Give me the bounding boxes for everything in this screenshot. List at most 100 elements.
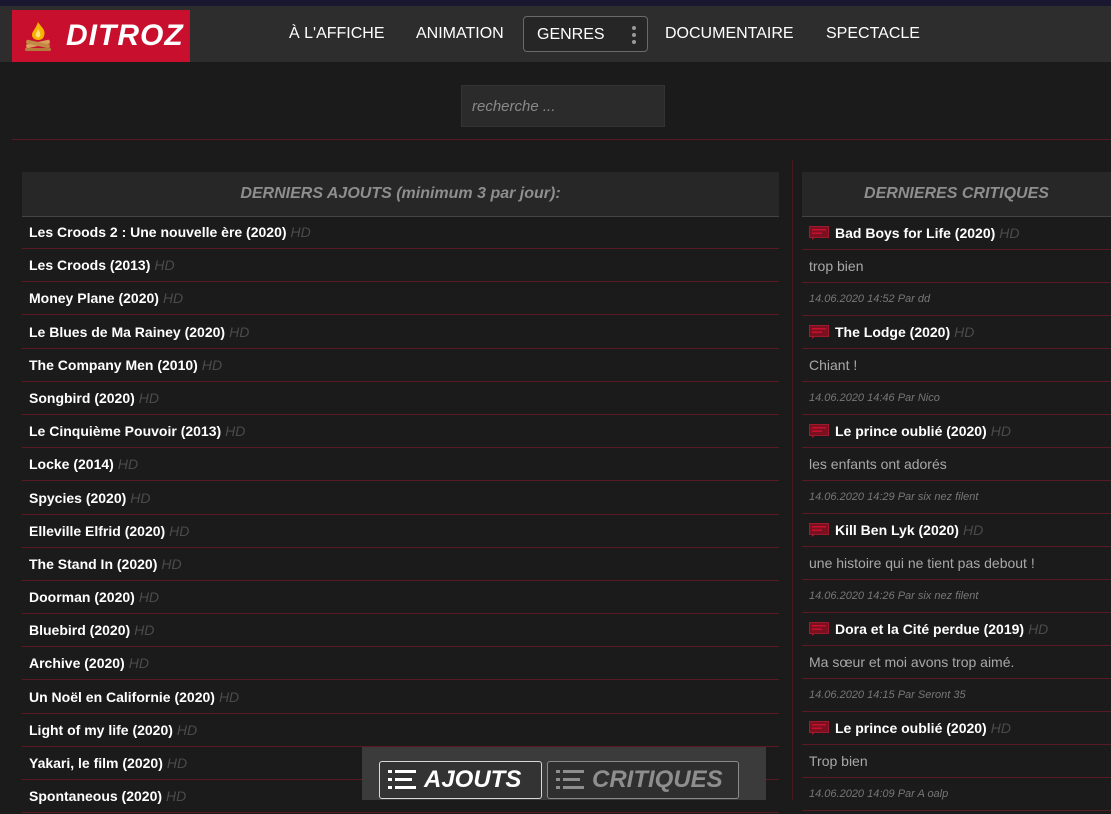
- latest-list-item[interactable]: Elleville Elfrid (2020) HD: [22, 516, 779, 548]
- review-text: les enfants ont adorés: [802, 448, 1111, 481]
- ajouts-toggle-label: AJOUTS: [424, 766, 522, 793]
- nav-item-animation[interactable]: ANIMATION: [416, 16, 504, 52]
- review-item: The Lodge (2020) HD Chiant ! 14.06.2020 14:…: [802, 316, 1111, 415]
- review-title-link[interactable]: Dora et la Cité perdue (2019) HD: [802, 613, 1111, 646]
- review-item: Kill Ben Lyk (2020) HD une histoire qui ne…: [802, 514, 1111, 613]
- latest-list-item[interactable]: Songbird (2020) HD: [22, 383, 779, 415]
- latest-list: Les Croods 2 : Une nouvelle ère (2020) HD…: [22, 217, 779, 814]
- movie-title: Les Croods (2013): [29, 257, 151, 274]
- comment-icon: [809, 226, 829, 240]
- review-text: Chiant !: [802, 349, 1111, 382]
- review-item: Le prince oublié (2020) HD Trop bien 14.06.…: [802, 712, 1111, 811]
- review-meta: 14.06.2020 14:26 Par six nez filent: [809, 590, 979, 602]
- review-item: Bad Boys for Life (2020) HD trop bien 14.06…: [802, 217, 1111, 316]
- review-meta: 14.06.2020 14:15 Par Seront 35: [809, 689, 966, 701]
- divider: [12, 139, 1111, 140]
- search-input[interactable]: [461, 85, 665, 127]
- latest-list-item[interactable]: Spycies (2020) HD: [22, 483, 779, 515]
- hd-badge: HD: [130, 489, 151, 506]
- latest-list-item[interactable]: The Company Men (2010) HD: [22, 350, 779, 382]
- movie-title: Le Blues de Ma Rainey (2020): [29, 323, 226, 340]
- nav-item-a-l-affiche[interactable]: À L'AFFICHE: [289, 16, 385, 52]
- nav-item-genres-label: GENRES: [537, 26, 605, 43]
- latest-list-item[interactable]: Les Croods 2 : Une nouvelle ère (2020) HD: [22, 217, 779, 249]
- hd-badge: HD: [990, 720, 1011, 736]
- review-title-link[interactable]: Kill Ben Lyk (2020) HD: [802, 514, 1111, 547]
- movie-title: Money Plane (2020): [29, 290, 159, 307]
- kebab-icon: [632, 26, 636, 44]
- movie-title: Doorman (2020): [29, 589, 135, 606]
- hd-badge: HD: [138, 589, 160, 606]
- latest-list-item[interactable]: Locke (2014) HD: [22, 449, 779, 482]
- comment-icon: [809, 622, 829, 636]
- latest-list-item[interactable]: Doorman (2020) HD: [22, 582, 779, 615]
- latest-list-item[interactable]: Bluebird (2020) HD: [22, 615, 779, 648]
- review-movie-title: Bad Boys for Life (2020): [835, 225, 996, 241]
- review-movie-title: The Lodge (2020): [835, 324, 951, 340]
- hd-badge: HD: [162, 290, 184, 307]
- hd-badge: HD: [117, 456, 139, 473]
- review-title-link[interactable]: The Lodge (2020) HD: [802, 316, 1111, 349]
- movie-title: Songbird (2020): [29, 389, 135, 406]
- movie-title: Un Noël en Californie (2020): [29, 688, 215, 705]
- movie-title: Bluebird (2020): [29, 622, 131, 639]
- list-icon: [388, 770, 416, 789]
- hd-badge: HD: [166, 755, 188, 771]
- movie-title: Les Croods 2 : Une nouvelle ère (2020): [29, 224, 287, 240]
- critiques-toggle-button[interactable]: CRITIQUES: [547, 761, 739, 799]
- review-title-link[interactable]: Le prince oublié (2020) HD: [802, 415, 1111, 448]
- review-meta: 14.06.2020 14:46 Par Nico: [809, 392, 940, 404]
- campfire-icon: [25, 22, 51, 51]
- latest-list-item[interactable]: The Stand In (2020) HD: [22, 549, 779, 581]
- hd-badge: HD: [176, 721, 198, 738]
- latest-section-heading: DERNIERS AJOUTS (minimum 3 par jour):: [22, 172, 779, 217]
- latest-list-item[interactable]: Un Noël en Californie (2020) HD: [22, 682, 779, 714]
- hd-badge: HD: [954, 324, 975, 340]
- review-text: trop bien: [802, 250, 1111, 283]
- hd-badge: HD: [999, 225, 1020, 241]
- review-item: Le prince oublié (2020) HD les enfants ont…: [802, 415, 1111, 514]
- review-title-link[interactable]: Le prince oublié (2020) HD: [802, 712, 1111, 745]
- latest-list-item[interactable]: Les Croods (2013) HD: [22, 250, 779, 283]
- hd-badge: HD: [225, 423, 246, 440]
- review-meta: 14.06.2020 14:29 Par six nez filent: [809, 491, 979, 503]
- hd-badge: HD: [990, 423, 1011, 439]
- latest-list-item[interactable]: Money Plane (2020) HD: [22, 283, 779, 316]
- nav-item-documentaire[interactable]: DOCUMENTAIRE: [665, 16, 794, 52]
- latest-list-item[interactable]: Le Cinquième Pouvoir (2013) HD: [22, 416, 779, 449]
- latest-list-item[interactable]: Light of my life (2020) HD: [22, 715, 779, 747]
- movie-title: Light of my life (2020): [29, 721, 173, 738]
- critiques-toggle-label: CRITIQUES: [592, 766, 723, 793]
- movie-title: Locke (2014): [29, 456, 114, 473]
- review-text: Trop bien: [802, 745, 1111, 778]
- latest-list-item[interactable]: Archive (2020) HD: [22, 648, 779, 681]
- hd-badge: HD: [1028, 621, 1049, 637]
- hd-badge: HD: [290, 224, 311, 240]
- review-item: Dora et la Cité perdue (2019) HD Ma sœur e…: [802, 613, 1111, 712]
- nav-item-genres[interactable]: GENRES: [523, 16, 648, 52]
- nav-item-spectacle[interactable]: SPECTACLE: [826, 16, 920, 52]
- top-navbar: DITROZ À L'AFFICHE ANIMATION GENRES DOCU…: [0, 0, 1111, 62]
- movie-title: The Stand In (2020): [29, 555, 158, 572]
- review-movie-title: Le prince oublié (2020): [835, 423, 987, 439]
- review-text: Ma sœur et moi avons trop aimé.: [802, 646, 1111, 679]
- latest-list-item[interactable]: Le Blues de Ma Rainey (2020) HD: [22, 317, 779, 349]
- ajouts-toggle-button[interactable]: AJOUTS: [379, 761, 542, 799]
- movie-title: Yakari, le film (2020): [29, 755, 163, 771]
- hd-badge: HD: [138, 389, 160, 406]
- review-title-link[interactable]: Bad Boys for Life (2020) HD: [802, 217, 1111, 250]
- hd-badge: HD: [229, 323, 250, 340]
- review-movie-title: Kill Ben Lyk (2020): [835, 522, 959, 538]
- column-divider: [792, 160, 793, 800]
- comment-icon: [809, 523, 829, 537]
- comment-icon: [809, 325, 829, 339]
- movie-title: Spontaneous (2020): [29, 788, 163, 805]
- hd-badge: HD: [128, 655, 149, 672]
- brand-logo[interactable]: DITROZ: [12, 10, 190, 62]
- hd-badge: HD: [962, 522, 984, 538]
- review-meta: 14.06.2020 14:09 Par A oalp: [809, 788, 949, 800]
- list-icon: [556, 770, 584, 789]
- reviews-heading-part2: CRITIQUES: [961, 185, 1049, 202]
- movie-title: Elleville Elfrid (2020): [29, 522, 166, 539]
- movie-title: Archive (2020): [29, 655, 125, 672]
